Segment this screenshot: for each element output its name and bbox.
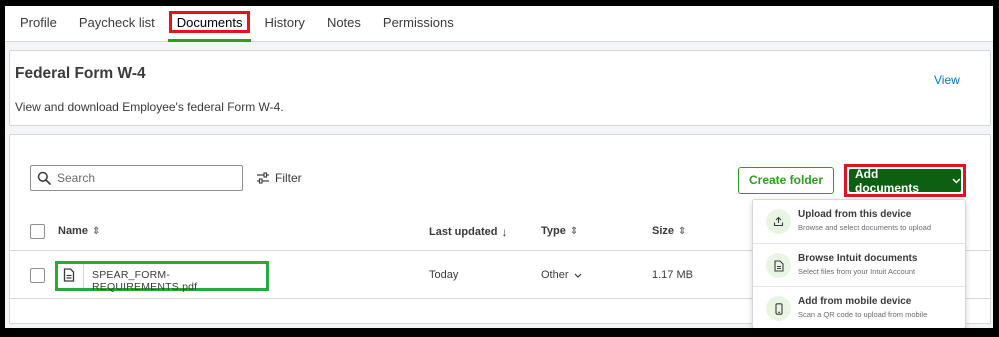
column-header-name[interactable]: Name ⇕ [58,225,100,237]
document-icon [63,268,75,282]
card-title: Federal Form W-4 [15,65,146,82]
tab-notes[interactable]: Notes [316,6,372,42]
menu-item-subtitle: Select files from your Intuit Account [798,267,916,276]
column-header-size[interactable]: Size ⇕ [652,225,686,237]
menu-item-browse-intuit-documents[interactable]: Browse Intuit documents Select files fro… [753,243,965,286]
column-label: Last updated [429,226,498,238]
sort-descending-icon: ↓ [501,225,508,239]
chevron-down-icon [574,273,581,278]
tab-profile[interactable]: Profile [9,6,68,42]
sort-icon: ⇕ [569,225,579,237]
federal-w4-card: Federal Form W-4 View and download Emplo… [9,50,991,126]
tab-label: Documents [176,14,243,30]
highlight-box: Add documents [844,164,966,197]
active-tab-indicator [167,38,252,42]
tab-label: History [264,14,305,30]
select-all-checkbox[interactable] [30,224,45,239]
sort-icon: ⇕ [678,225,687,237]
tab-documents[interactable]: Documents [166,6,254,42]
size-cell: 1.17 MB [652,269,693,281]
divider [83,264,84,288]
tab-history[interactable]: History [253,6,315,42]
menu-item-title: Add from mobile device [798,296,912,307]
app-frame: Profile Paycheck list Documents History … [3,4,995,330]
document-icon [766,253,791,278]
sort-icon: ⇕ [91,225,101,237]
type-value: Other [541,269,569,281]
search-input[interactable] [57,171,227,185]
tab-label: Profile [20,14,57,30]
add-documents-menu: Upload from this device Browse and selec… [752,199,966,328]
column-label: Type [541,225,566,237]
row-checkbox[interactable] [30,268,45,283]
file-name-cell[interactable]: SPEAR_FORM-REQUIREMENTS.pdf [55,261,269,293]
filter-button[interactable]: Filter [256,171,302,185]
filter-label: Filter [275,171,302,185]
type-dropdown[interactable]: Other [541,269,582,281]
menu-item-title: Browse Intuit documents [798,253,918,264]
search-icon [37,171,51,185]
menu-item-subtitle: Browse and select documents to upload [798,223,931,232]
menu-item-title: Upload from this device [798,209,912,220]
documents-card: Filter Create folder Add documents Name … [9,134,991,328]
menu-item-upload-from-device[interactable]: Upload from this device Browse and selec… [753,200,965,243]
file-name[interactable]: SPEAR_FORM-REQUIREMENTS.pdf [92,269,266,293]
view-w4-link[interactable]: View [934,73,960,87]
column-header-last-updated[interactable]: Last updated ↓ [429,225,507,239]
column-label: Name [58,225,88,237]
tab-permissions[interactable]: Permissions [372,6,465,42]
employee-tabs: Profile Paycheck list Documents History … [5,6,993,42]
create-folder-button[interactable]: Create folder [738,167,834,194]
menu-item-subtitle: Scan a QR code to upload from mobile [798,310,928,319]
add-documents-button[interactable]: Add documents [849,166,961,195]
search-field[interactable] [30,165,243,191]
card-description: View and download Employee's federal For… [15,100,284,114]
mobile-icon [766,296,791,321]
tab-paycheck-list[interactable]: Paycheck list [68,6,166,42]
upload-icon [766,209,791,234]
column-label: Size [652,225,675,237]
filter-icon [257,172,269,184]
tab-label: Paycheck list [78,14,155,30]
menu-item-add-from-mobile[interactable]: Add from mobile device Scan a QR code to… [753,286,965,328]
tab-label: Notes [326,14,361,30]
chevron-down-icon [952,178,961,183]
last-updated-cell: Today [429,269,459,281]
add-documents-label: Add documents [855,166,920,195]
tab-label: Permissions [382,14,454,30]
column-header-type[interactable]: Type ⇕ [541,225,578,237]
